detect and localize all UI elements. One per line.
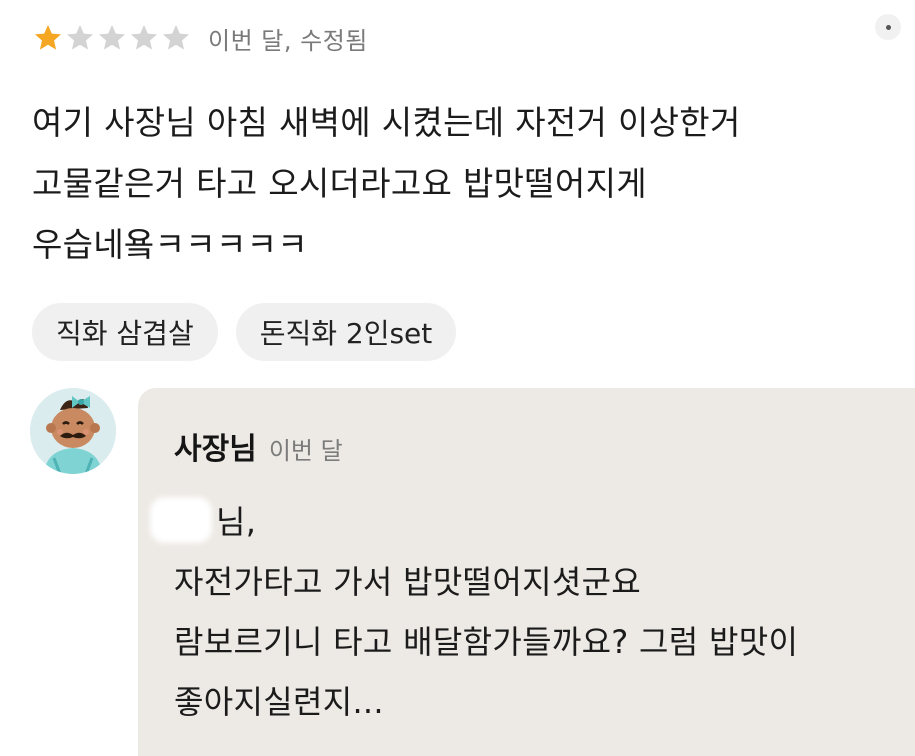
ordered-menu-chips: 직화 삼겹살 돈직화 2인set xyxy=(32,303,457,361)
star-empty-icon xyxy=(64,22,96,54)
menu-chip[interactable]: 직화 삼겹살 xyxy=(32,303,218,361)
owner-avatar xyxy=(30,388,116,474)
reply-date: 이번 달 xyxy=(268,437,343,465)
reply-text: 님, 자전가타고 가서 밥맛떨어지셧군요 람보르기니 타고 배달함가들까요? 그… xyxy=(150,492,799,732)
reply-line: 자전가타고 가서 밥맛떨어지셧군요 xyxy=(174,563,642,601)
review-meta: 이번 달, 수정됨 xyxy=(208,26,368,55)
redacted-name xyxy=(150,497,212,543)
reply-line: 람보르기니 타고 배달함가들까요? 그럼 밥맛이 xyxy=(174,623,799,661)
reply-header: 사장님 이번 달 xyxy=(174,424,343,468)
star-empty-icon xyxy=(128,22,160,54)
review-text: 여기 사장님 아침 새벽에 시켰는데 자전거 이상한거 고물같은거 타고 오시더… xyxy=(32,92,892,275)
review-line: 우습네욬ㅋㅋㅋㅋㅋ xyxy=(32,225,308,264)
reply-line: 좋아지실련지... xyxy=(174,683,384,721)
star-empty-icon xyxy=(160,22,192,54)
star-rating xyxy=(32,22,192,54)
star-empty-icon xyxy=(96,22,128,54)
review-line: 여기 사장님 아침 새벽에 시켰는데 자전거 이상한거 xyxy=(32,103,741,142)
review-line: 고물같은거 타고 오시더라고요 밥맛떨어지게 xyxy=(32,164,647,203)
more-options-icon[interactable] xyxy=(875,14,901,40)
star-filled-icon xyxy=(32,22,64,54)
rating-row: 이번 달, 수정됨 xyxy=(32,18,368,58)
reply-greeting: 님, xyxy=(216,503,257,541)
reply-greeting-line: 님, xyxy=(150,492,798,552)
review-card: 이번 달, 수정됨 여기 사장님 아침 새벽에 시켰는데 자전거 이상한거 고물… xyxy=(0,0,915,756)
owner-name: 사장님 xyxy=(174,432,257,467)
menu-chip[interactable]: 돈직화 2인set xyxy=(235,303,457,361)
character-avatar-icon xyxy=(30,388,116,474)
owner-reply: 사장님 이번 달 님, 자전가타고 가서 밥맛떨어지셧군요 람보르기니 타고 배… xyxy=(138,388,915,756)
